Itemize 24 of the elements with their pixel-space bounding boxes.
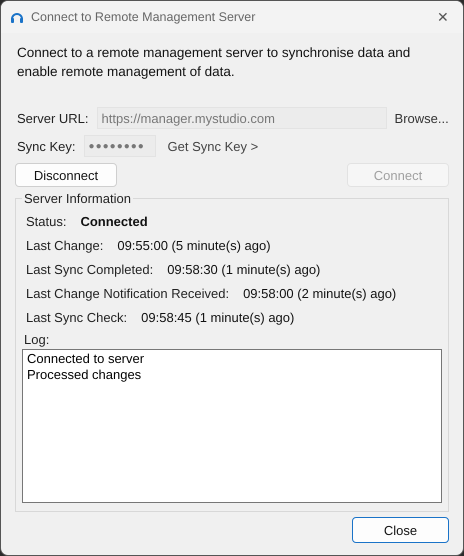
info-label: Last Change Notification Received: [25, 286, 230, 301]
disconnect-button[interactable]: Disconnect [15, 163, 117, 187]
browse-button[interactable]: Browse... [394, 110, 449, 126]
status-value: Connected [80, 214, 148, 229]
log-line: Connected to server [27, 351, 146, 367]
get-sync-key-link[interactable]: Get Sync Key > [168, 138, 258, 154]
field-label: Server URL: [16, 110, 89, 126]
log-line: Processed changes [27, 367, 142, 383]
time-value: 09:58:45 (1 minute(s) ago) [141, 310, 294, 325]
close-icon[interactable]: ✕ [423, 9, 463, 25]
field-label: Sync Key: [16, 138, 76, 154]
info-label: Last Sync Check: [25, 310, 128, 325]
info-label: Last Sync Completed: [25, 262, 154, 277]
window-title: Connect to Remote Management Server [31, 10, 256, 24]
time-value: 09:58:30 (1 minute(s) ago) [167, 262, 320, 277]
description-text: Connect to a remote management server to synchronise data and enable remote management of data. [17, 44, 412, 81]
time-value: 09:58:00 (2 minute(s) ago) [243, 286, 396, 301]
close-button[interactable]: Close [352, 517, 449, 543]
log-box[interactable]: Connected to server Processed changes [22, 349, 442, 503]
time-value: 09:55:00 (5 minute(s) ago) [117, 238, 271, 253]
log-label: Log: [23, 332, 50, 347]
info-label: Last Change: [25, 238, 104, 253]
group-title: Server Information [23, 191, 132, 206]
info-label: Status: [25, 214, 66, 229]
